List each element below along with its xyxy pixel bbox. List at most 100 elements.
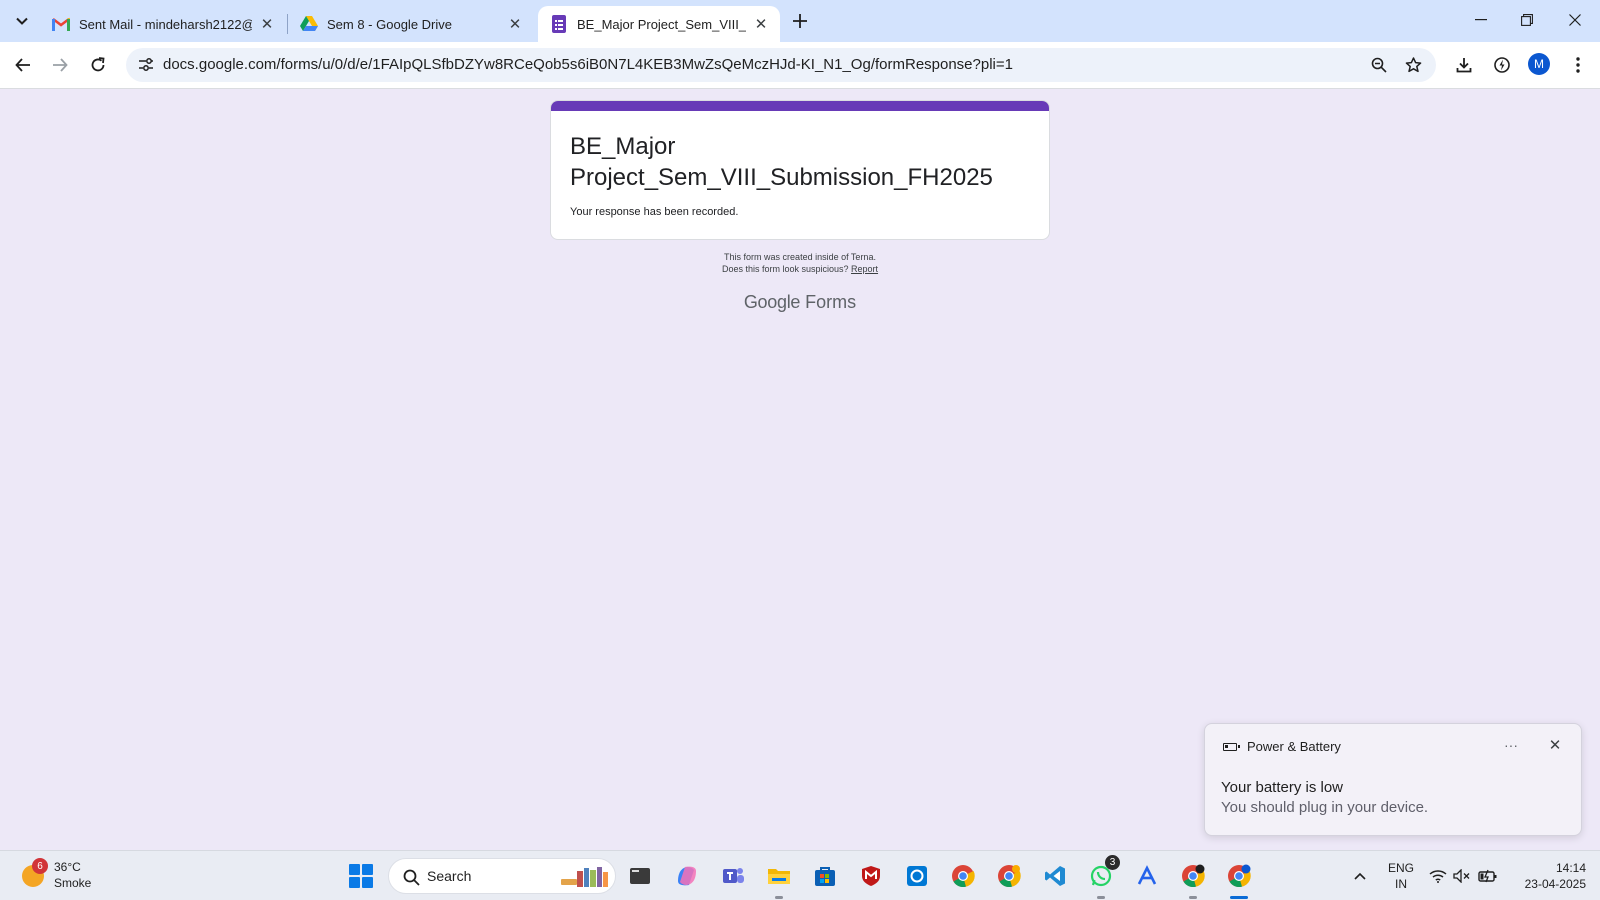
gmail-icon xyxy=(52,15,70,33)
file-explorer-icon[interactable] xyxy=(764,861,794,899)
performance-button[interactable] xyxy=(1487,50,1517,80)
tab-title: BE_Major Project_Sem_VIII_Submission_FH2… xyxy=(577,16,746,32)
tab-gmail[interactable]: Sent Mail - mindeharsh2122@ternaengg.ac.… xyxy=(40,6,286,42)
battery-charging-icon[interactable] xyxy=(1478,866,1498,886)
reload-button[interactable] xyxy=(83,50,113,80)
battery-icon xyxy=(1223,742,1240,751)
windows-logo-pane xyxy=(362,877,373,888)
google-forms-icon xyxy=(550,15,568,33)
form-response-card: BE_Major Project_Sem_VIII_Submission_FH2… xyxy=(550,100,1050,240)
chrome-profile-2-icon[interactable] xyxy=(1178,861,1208,899)
volume-muted-icon[interactable] xyxy=(1452,866,1472,886)
windows-taskbar: 6 36°C Smoke Search 3 ENG IN 14:14 23-04… xyxy=(0,850,1600,900)
new-tab-button[interactable] xyxy=(786,7,814,35)
teams-icon[interactable] xyxy=(718,861,748,891)
notification-app-name: Power & Battery xyxy=(1247,739,1341,754)
running-indicator xyxy=(775,896,783,899)
mcafee-icon[interactable] xyxy=(856,861,886,891)
language-code: ENG xyxy=(1387,861,1414,875)
report-link[interactable]: Report xyxy=(851,264,878,274)
close-tab-icon[interactable]: ✕ xyxy=(752,15,770,33)
google-wordmark: Google xyxy=(743,292,801,312)
battery-notification[interactable]: Power & Battery ··· ✕ Your battery is lo… xyxy=(1204,723,1582,836)
confirmation-message: Your response has been recorded. xyxy=(570,206,739,218)
search-icon xyxy=(401,867,421,887)
system-clock[interactable]: 14:14 23-04-2025 xyxy=(1510,860,1586,892)
weather-condition: Smoke xyxy=(54,876,92,890)
reload-icon xyxy=(91,57,105,72)
weather-temperature: 36°C xyxy=(54,860,81,874)
suspicious-note: Does this form look suspicious? Report xyxy=(550,264,1050,274)
chevron-up-icon xyxy=(1354,872,1366,880)
taskbar-search-box[interactable]: Search xyxy=(388,858,616,894)
plus-icon xyxy=(793,14,807,28)
notification-title: Your battery is low xyxy=(1221,779,1344,796)
search-highlight-books-icon xyxy=(561,867,608,887)
show-hidden-icons-button[interactable] xyxy=(1350,866,1370,886)
running-indicator xyxy=(1189,896,1197,899)
download-icon xyxy=(1456,58,1472,73)
start-button[interactable] xyxy=(349,864,373,888)
windows-logo-pane xyxy=(362,864,373,875)
chrome-profile-icon[interactable] xyxy=(994,861,1024,891)
tab-google-forms[interactable]: BE_Major Project_Sem_VIII_Submission_FH2… xyxy=(538,6,780,42)
microsoft-store-icon[interactable] xyxy=(810,861,840,891)
translate-icon[interactable] xyxy=(1132,861,1162,891)
form-origin-note: This form was created inside of Terna. xyxy=(724,252,876,262)
minimize-icon xyxy=(1475,19,1487,21)
form-accent-bar xyxy=(551,101,1049,111)
tab-google-drive[interactable]: Sem 8 - Google Drive ✕ xyxy=(288,6,534,42)
close-window-button[interactable] xyxy=(1552,0,1598,40)
copilot-icon[interactable] xyxy=(672,861,702,891)
notification-body: You should plug in your device. xyxy=(1221,799,1429,816)
browser-menu-button[interactable] xyxy=(1563,50,1593,80)
browser-tab-strip: Sent Mail - mindeharsh2122@ternaengg.ac.… xyxy=(0,0,1600,42)
notification-close-icon[interactable]: ✕ xyxy=(1542,734,1568,756)
vscode-icon[interactable] xyxy=(1040,861,1070,891)
weather-widget[interactable]: 6 36°C Smoke xyxy=(18,857,128,895)
site-info-icon[interactable] xyxy=(134,53,158,77)
browser-toolbar: docs.google.com/forms/u/0/d/e/1FAIpQLSfb… xyxy=(0,42,1600,89)
tab-title: Sent Mail - mindeharsh2122@ternaengg.ac.… xyxy=(79,16,252,32)
chrome-icon[interactable] xyxy=(948,861,978,891)
chrome-active-icon[interactable] xyxy=(1224,861,1254,899)
windows-logo-pane xyxy=(349,864,360,875)
whatsapp-unread-count: 3 xyxy=(1105,855,1120,870)
weather-alert-badge: 6 xyxy=(32,858,48,874)
back-button[interactable] xyxy=(8,50,38,80)
minimize-button[interactable] xyxy=(1458,0,1504,40)
forms-wordmark: Forms xyxy=(805,292,857,312)
url-text[interactable]: docs.google.com/forms/u/0/d/e/1FAIpQLSfb… xyxy=(163,56,1013,73)
restore-button[interactable] xyxy=(1504,0,1550,40)
cortana-icon[interactable] xyxy=(902,861,932,891)
notification-more-icon[interactable]: ··· xyxy=(1498,734,1524,756)
downloads-button[interactable] xyxy=(1449,50,1479,80)
forward-arrow-icon xyxy=(53,58,68,72)
forward-button[interactable] xyxy=(45,50,75,80)
wifi-icon[interactable] xyxy=(1428,866,1448,886)
profile-avatar[interactable]: M xyxy=(1528,53,1550,75)
restore-icon xyxy=(1521,14,1533,26)
form-title: BE_Major Project_Sem_VIII_Submission_FH2… xyxy=(570,133,993,191)
active-indicator xyxy=(1230,896,1248,899)
close-tab-icon[interactable]: ✕ xyxy=(258,15,276,33)
close-tab-icon[interactable]: ✕ xyxy=(506,15,524,33)
google-forms-logo[interactable]: Google Forms xyxy=(700,292,900,313)
address-bar[interactable]: docs.google.com/forms/u/0/d/e/1FAIpQLSfb… xyxy=(126,48,1436,82)
bookmark-star-icon[interactable] xyxy=(1402,54,1424,76)
zoom-icon[interactable] xyxy=(1368,54,1390,76)
input-language-indicator[interactable]: ENG IN xyxy=(1383,860,1419,892)
suspicious-question: Does this form look suspicious? xyxy=(721,264,849,274)
tab-title: Sem 8 - Google Drive xyxy=(327,16,452,32)
windows-logo-pane xyxy=(349,877,360,888)
region-code: IN xyxy=(1395,877,1407,891)
clock-date: 23-04-2025 xyxy=(1524,877,1586,891)
back-arrow-icon xyxy=(15,58,30,72)
tab-search-button[interactable] xyxy=(8,7,36,35)
file-explorer-dark-icon[interactable] xyxy=(625,861,655,891)
google-drive-icon xyxy=(300,15,318,33)
running-indicator xyxy=(1097,896,1105,899)
performance-icon xyxy=(1494,57,1510,73)
clock-time: 14:14 xyxy=(1555,861,1586,875)
whatsapp-icon[interactable]: 3 xyxy=(1086,855,1120,899)
